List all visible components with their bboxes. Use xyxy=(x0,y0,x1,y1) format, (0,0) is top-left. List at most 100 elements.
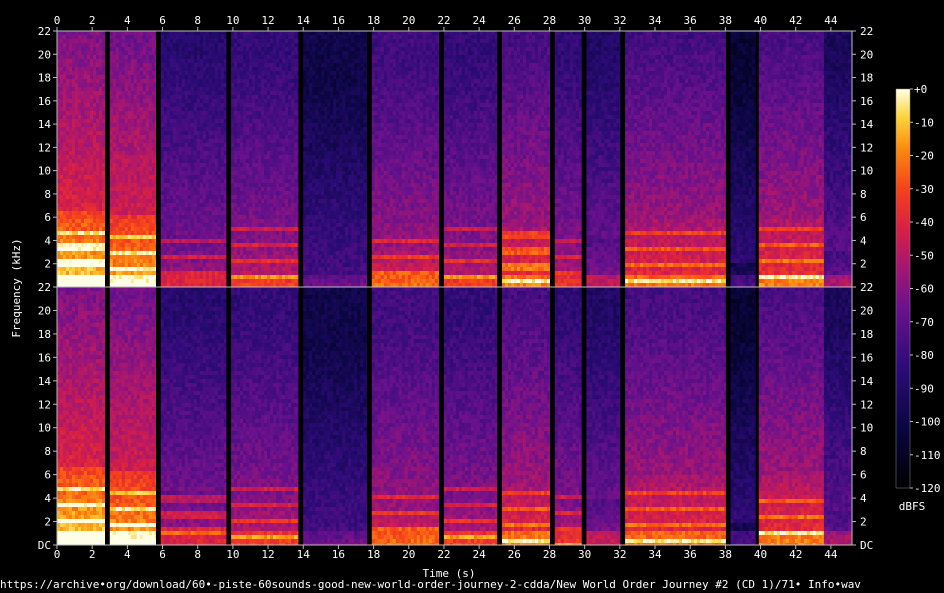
spectrogram-cell xyxy=(102,211,105,215)
spectrogram-cell xyxy=(294,175,298,179)
spectrogram-cell xyxy=(255,155,259,159)
spectrogram-cell xyxy=(161,147,165,151)
spectrogram-cell xyxy=(215,215,219,219)
spectrogram-cell xyxy=(63,187,67,191)
spectrogram-cell xyxy=(63,55,67,59)
spectrogram-cell xyxy=(240,43,244,47)
spectrogram-cell xyxy=(60,183,64,187)
spectrogram-cell xyxy=(69,131,73,135)
spectrogram-cell xyxy=(203,63,207,67)
spectrogram-cell xyxy=(110,239,114,243)
spectrogram-cell xyxy=(119,39,123,43)
spectrogram-cell xyxy=(60,91,64,95)
spectrogram-cell xyxy=(279,39,283,43)
spectrogram-cell xyxy=(90,271,94,275)
spectrogram-cell xyxy=(87,279,91,283)
spectrogram-cell xyxy=(155,259,156,263)
spectrogram-cell xyxy=(140,195,144,199)
spectrogram-cell xyxy=(102,79,105,83)
spectrogram-cell xyxy=(206,67,210,71)
spectrogram-cell xyxy=(63,259,67,263)
spectrogram-cell xyxy=(279,247,283,251)
spectrogram-cell xyxy=(182,75,186,79)
spectrogram-cell xyxy=(288,35,292,39)
spectrogram-cell xyxy=(176,207,180,211)
spectrogram-cell xyxy=(146,71,150,75)
spectrogram-cell xyxy=(96,215,100,219)
spectrogram-cell xyxy=(63,267,67,271)
spectrogram-cell xyxy=(246,55,250,59)
spectrogram-cell xyxy=(258,179,262,183)
spectrogram-cell xyxy=(170,127,174,131)
spectrogram-cell xyxy=(203,83,207,87)
spectrogram-cell xyxy=(234,151,238,155)
spectrogram-cell xyxy=(246,127,250,131)
spectrogram-cell xyxy=(140,79,144,83)
spectrogram-cell xyxy=(155,123,156,127)
spectrogram-cell xyxy=(185,119,189,123)
spectrogram-cell xyxy=(134,127,138,131)
spectrogram-cell xyxy=(87,239,91,243)
spectrogram-cell xyxy=(237,223,241,227)
spectrogram-cell xyxy=(84,199,88,203)
spectrogram-cell xyxy=(200,275,204,279)
spectrogram-cell xyxy=(167,255,171,259)
spectrogram-cell xyxy=(146,275,150,279)
spectrogram-cell xyxy=(179,147,183,151)
spectrogram-cell xyxy=(96,99,100,103)
spectrogram-cell xyxy=(197,207,201,211)
spectrogram-cell xyxy=(188,47,192,51)
spectrogram-cell xyxy=(81,127,85,131)
spectrogram-cell xyxy=(237,103,241,107)
spectrogram-cell xyxy=(270,51,274,55)
spectrogram-cell xyxy=(128,219,132,223)
spectrogram-cell xyxy=(258,83,262,87)
spectrogram-cell xyxy=(224,79,227,83)
spectrogram-cell xyxy=(212,263,216,267)
spectrogram-cell xyxy=(128,251,132,255)
spectrogram-cell xyxy=(303,187,307,191)
spectrogram-cell xyxy=(249,239,253,243)
spectrogram-cell xyxy=(66,219,70,223)
spectrogram-cell xyxy=(218,131,222,135)
spectrogram-cell xyxy=(273,215,277,219)
spectrogram-cell xyxy=(119,83,123,87)
spectrogram-cell xyxy=(149,219,153,223)
spectrogram-cell xyxy=(128,247,132,251)
spectrogram-cell xyxy=(237,171,241,175)
spectrogram-cell xyxy=(258,255,262,259)
spectrogram-cell xyxy=(84,187,88,191)
spectrogram-cell xyxy=(69,199,73,203)
spectrogram-cell xyxy=(137,67,141,71)
spectrogram-cell xyxy=(246,247,250,251)
spectrogram-cell xyxy=(215,243,219,247)
spectrogram-cell xyxy=(131,47,135,51)
spectrogram-cell xyxy=(209,127,213,131)
spectrogram-cell xyxy=(167,151,171,155)
spectrogram-cell xyxy=(261,215,265,219)
spectrogram-cell xyxy=(258,55,262,59)
spectrogram-cell xyxy=(297,103,298,107)
spectrogram-cell xyxy=(122,95,126,99)
spectrogram-cell xyxy=(273,219,277,223)
spectrogram-cell xyxy=(72,95,76,99)
spectrogram-cell xyxy=(90,247,94,251)
spectrogram-cell xyxy=(221,199,225,203)
spectrogram-cell xyxy=(119,131,123,135)
spectrogram-cell xyxy=(282,163,286,167)
spectrogram-cell xyxy=(179,119,183,123)
spectrogram-cell xyxy=(234,179,238,183)
spectrogram-cell xyxy=(285,171,289,175)
spectrogram-cell xyxy=(176,211,180,215)
spectrogram-cell xyxy=(218,55,222,59)
spectrogram-cell xyxy=(146,35,150,39)
spectrogram-cell xyxy=(122,235,126,239)
spectrogram-cell xyxy=(128,87,132,91)
spectrogram-cell xyxy=(206,239,210,243)
spectrogram-cell xyxy=(188,63,192,67)
spectrogram-cell xyxy=(75,79,79,83)
spectrogram-cell xyxy=(240,155,244,159)
spectrogram-cell xyxy=(267,271,271,275)
spectrogram-cell xyxy=(255,199,259,203)
spectrogram-cell xyxy=(179,167,183,171)
